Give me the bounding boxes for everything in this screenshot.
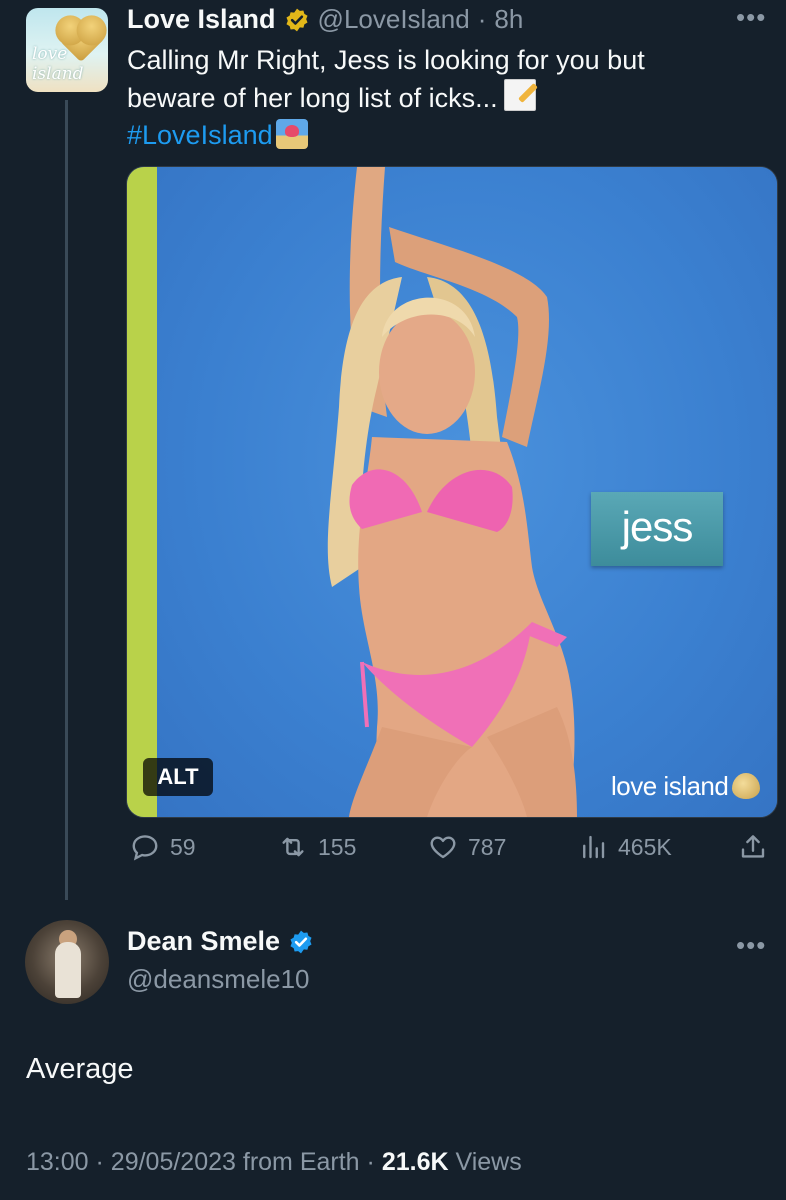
avatar-figure (55, 942, 81, 998)
retweet-count: 155 (318, 833, 357, 860)
tweet-text-line1: Calling Mr Right, Jess is looking for yo… (127, 45, 645, 75)
reply-date[interactable]: 29/05/2023 (111, 1148, 236, 1176)
views-action[interactable]: 465K (578, 832, 672, 862)
reply-views-count: 21.6K (381, 1148, 449, 1176)
contestant-name-card: jess (591, 492, 723, 566)
like-action[interactable]: 787 (428, 832, 506, 862)
tweet-text: Calling Mr Right, Jess is looking for yo… (127, 42, 747, 154)
meta-dot-2: · (366, 1148, 375, 1176)
reply-source: from Earth (242, 1148, 360, 1176)
more-options-icon[interactable]: ••• (736, 2, 766, 33)
gold-heart-icon (732, 773, 761, 799)
blue-verified-icon (290, 930, 312, 953)
heart-icon (430, 836, 456, 859)
alt-text-button[interactable]: ALT (143, 758, 213, 796)
tweet-header: Love Island @LoveIsland · 8h (127, 4, 523, 35)
reply-action[interactable]: 59 (130, 832, 196, 862)
reply-count: 59 (170, 833, 196, 860)
author-name[interactable]: Love Island (127, 4, 276, 35)
tweet-photo[interactable]: jess ALT love island (126, 166, 778, 818)
reply-more-options-icon[interactable]: ••• (736, 930, 766, 961)
gold-verified-icon (286, 8, 308, 31)
like-count: 787 (468, 833, 507, 860)
reply-header: Dean Smele (127, 926, 314, 957)
thread-connector-line (65, 100, 68, 900)
reply-meta: 13:00 · 29/05/2023 from Earth · 21.6K Vi… (26, 1148, 522, 1177)
separator-dot: · (477, 4, 487, 34)
reply-time[interactable]: 13:00 (26, 1148, 89, 1176)
dean-smele-avatar[interactable] (25, 920, 109, 1004)
reply-icon (132, 835, 158, 861)
tweet-text-line2: beware of her long list of icks... (127, 83, 498, 113)
views-chart-icon (583, 835, 605, 859)
reply-author-handle[interactable]: @deansmele10 (127, 964, 310, 995)
love-island-avatar[interactable]: love island (26, 8, 108, 92)
reply-views-label: Views (455, 1148, 522, 1176)
hashtag-link[interactable]: #LoveIsland (127, 120, 273, 150)
share-action[interactable] (738, 832, 768, 862)
retweet-icon (282, 837, 304, 857)
author-handle[interactable]: @LoveIsland (318, 4, 470, 35)
tweet-time[interactable]: 8h (494, 4, 523, 35)
views-count: 465K (618, 833, 672, 860)
retweet-action[interactable]: 155 (278, 832, 356, 862)
reply-text: Average (26, 1053, 134, 1085)
memo-emoji-icon (503, 79, 536, 111)
reply-author-name[interactable]: Dean Smele (127, 926, 280, 957)
love-island-logo: love island (611, 771, 761, 802)
meta-dot-1: · (95, 1148, 104, 1176)
logo-text: love island (611, 771, 729, 801)
island-emoji-icon (275, 119, 308, 149)
avatar-brand-text: love island (32, 44, 84, 84)
share-icon (741, 835, 765, 858)
